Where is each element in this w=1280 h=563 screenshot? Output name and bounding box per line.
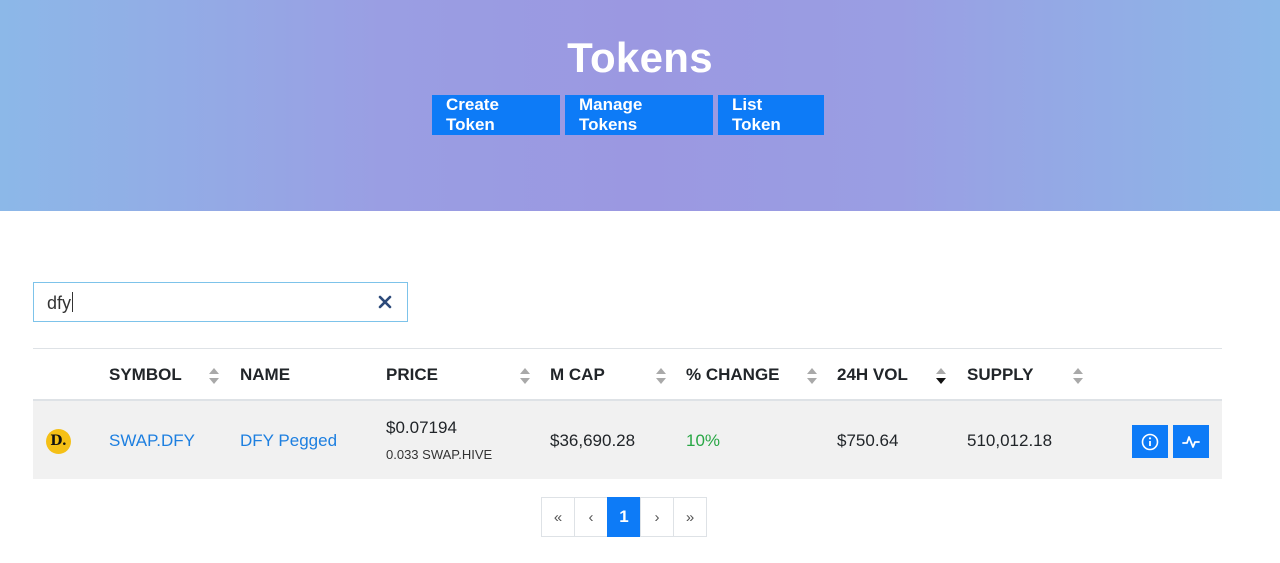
next-page-button[interactable]: ›	[640, 497, 674, 537]
page-header: Tokens Create Token Manage Tokens List T…	[0, 0, 1280, 211]
info-icon	[1141, 433, 1159, 450]
sort-icon[interactable]	[655, 367, 667, 385]
token-volume: $750.64	[837, 431, 899, 450]
header-actions: Create Token Manage Tokens List Token	[432, 95, 824, 135]
column-header-volume[interactable]: 24H VOL	[837, 365, 908, 385]
token-logo: D.	[46, 429, 71, 454]
manage-tokens-button[interactable]: Manage Tokens	[565, 95, 713, 135]
pagination: « ‹ 1 › »	[541, 497, 707, 537]
column-header-supply[interactable]: SUPPLY	[967, 365, 1033, 385]
tokens-table: SYMBOL NAME PRICE M CAP % CHANGE 24H VOL…	[33, 348, 1222, 479]
close-icon[interactable]	[377, 294, 393, 310]
sort-icon[interactable]	[806, 367, 818, 385]
token-chart-button[interactable]	[1173, 425, 1209, 458]
table-row: D. SWAP.DFY DFY Pegged $0.07194 0.033 SW…	[33, 401, 1222, 479]
token-supply: 510,012.18	[967, 431, 1053, 450]
sort-icon[interactable]	[208, 367, 220, 385]
column-header-mcap[interactable]: M CAP	[550, 365, 605, 385]
current-page-button[interactable]: 1	[607, 497, 641, 537]
sort-icon[interactable]	[1072, 367, 1084, 385]
token-name-link[interactable]: DFY Pegged	[240, 431, 337, 451]
table-header: SYMBOL NAME PRICE M CAP % CHANGE 24H VOL…	[33, 348, 1222, 401]
sort-icon[interactable]	[519, 367, 531, 385]
token-market-cap: $36,690.28	[550, 431, 636, 450]
column-header-price[interactable]: PRICE	[386, 365, 438, 385]
column-header-name[interactable]: NAME	[240, 365, 290, 385]
page-title: Tokens	[567, 34, 713, 81]
create-token-button[interactable]: Create Token	[432, 95, 560, 135]
sort-desc-icon[interactable]	[935, 367, 947, 385]
column-header-symbol[interactable]: SYMBOL	[109, 365, 182, 385]
text-caret	[72, 292, 74, 312]
previous-page-button[interactable]: ‹	[574, 497, 608, 537]
search-input-value[interactable]: dfy	[47, 292, 74, 314]
token-price: $0.07194	[386, 418, 457, 437]
first-page-button[interactable]: «	[541, 497, 575, 537]
token-price-hive: 0.033 SWAP.HIVE	[386, 447, 493, 462]
search-input[interactable]: dfy	[33, 282, 408, 322]
activity-chart-icon	[1182, 435, 1200, 448]
column-header-change[interactable]: % CHANGE	[686, 365, 780, 385]
list-token-button[interactable]: List Token	[718, 95, 824, 135]
token-percent-change: 10%	[686, 431, 721, 450]
last-page-button[interactable]: »	[673, 497, 707, 537]
token-info-button[interactable]	[1132, 425, 1168, 458]
token-symbol-link[interactable]: SWAP.DFY	[109, 431, 195, 451]
